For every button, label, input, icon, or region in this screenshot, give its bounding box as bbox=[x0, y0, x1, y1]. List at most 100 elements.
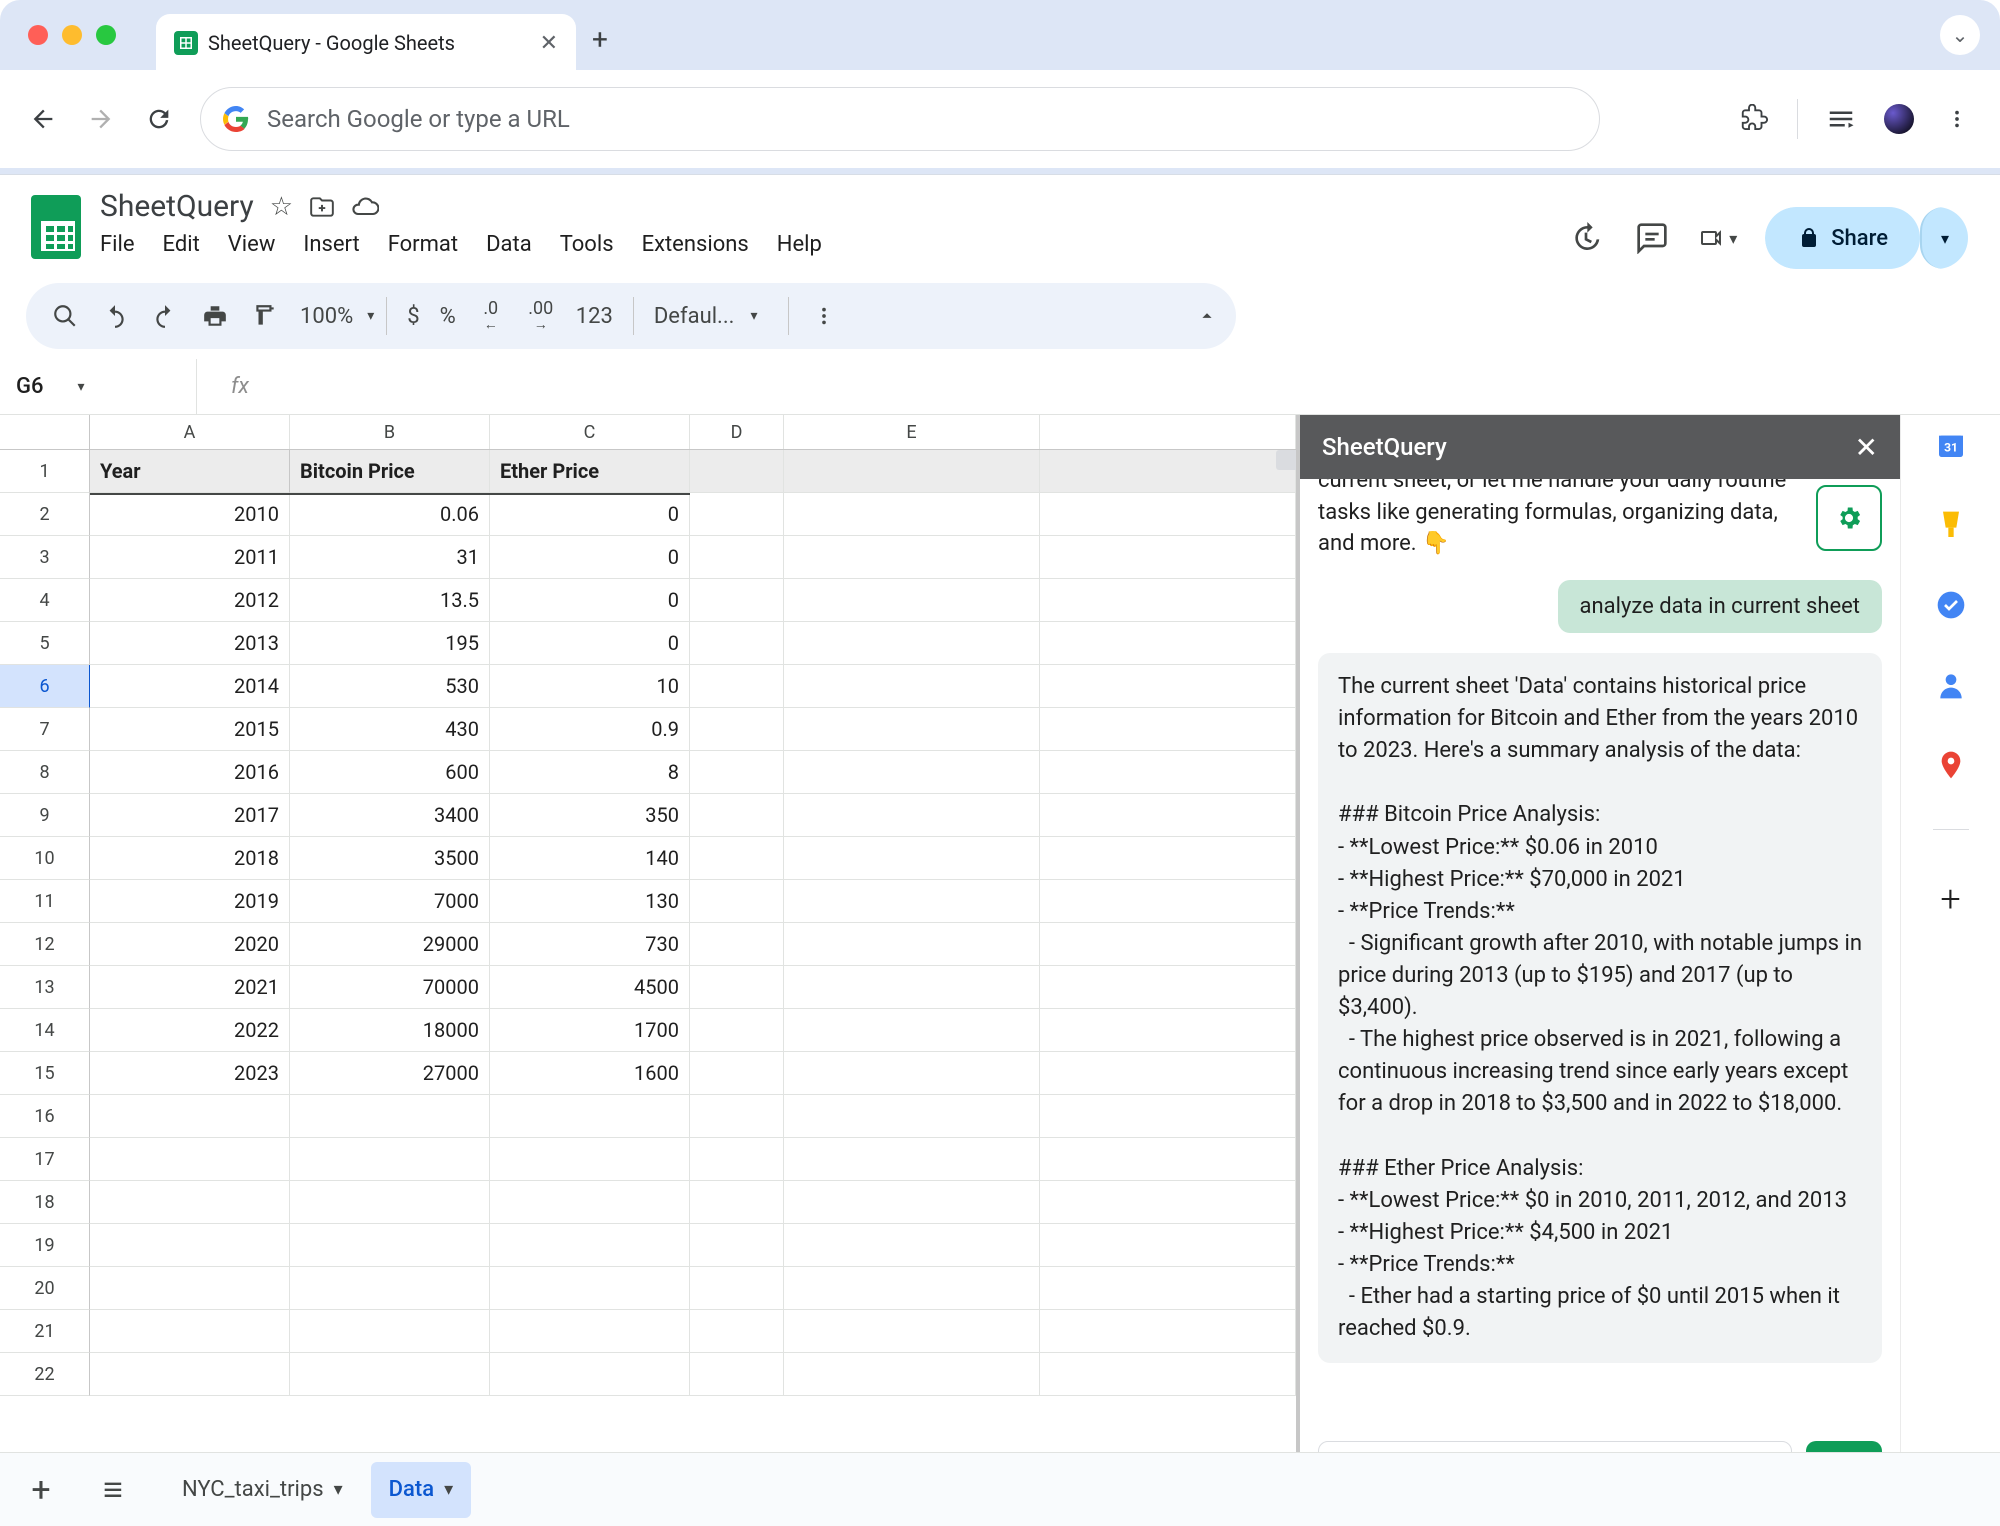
cell[interactable]: 2019 bbox=[90, 880, 290, 923]
cell[interactable] bbox=[690, 794, 784, 837]
cell[interactable] bbox=[690, 1267, 784, 1310]
cell[interactable] bbox=[90, 1353, 290, 1396]
cell[interactable] bbox=[784, 1267, 1040, 1310]
cell[interactable] bbox=[490, 1224, 690, 1267]
row-header[interactable]: 16 bbox=[0, 1095, 90, 1138]
row-header[interactable]: 14 bbox=[0, 1009, 90, 1052]
row-header[interactable]: 3 bbox=[0, 536, 90, 579]
cell[interactable] bbox=[1040, 493, 1296, 536]
cell[interactable] bbox=[490, 1353, 690, 1396]
close-window-icon[interactable] bbox=[28, 25, 48, 45]
add-addon-button[interactable]: + bbox=[1940, 878, 1960, 920]
cell[interactable]: 1700 bbox=[490, 1009, 690, 1052]
row-header[interactable]: 12 bbox=[0, 923, 90, 966]
cell[interactable] bbox=[1040, 536, 1296, 579]
cell[interactable] bbox=[690, 1310, 784, 1353]
cell[interactable]: 2014 bbox=[90, 665, 290, 708]
cell[interactable]: 0 bbox=[490, 493, 690, 536]
cell[interactable] bbox=[690, 1353, 784, 1396]
cell[interactable]: 730 bbox=[490, 923, 690, 966]
cell[interactable]: 29000 bbox=[290, 923, 490, 966]
omnibox[interactable]: Search Google or type a URL bbox=[200, 87, 1600, 151]
col-header-a[interactable]: A bbox=[90, 415, 290, 449]
redo-icon[interactable] bbox=[142, 293, 188, 339]
cell[interactable]: 8 bbox=[490, 751, 690, 794]
row-header[interactable]: 11 bbox=[0, 880, 90, 923]
cell[interactable] bbox=[784, 1052, 1040, 1095]
cell[interactable] bbox=[1040, 1267, 1296, 1310]
decrease-decimal-button[interactable]: .0← bbox=[468, 293, 514, 339]
cell[interactable] bbox=[490, 1095, 690, 1138]
chevron-down-icon[interactable]: ▾ bbox=[334, 1479, 343, 1500]
cell[interactable]: 0 bbox=[490, 579, 690, 622]
col-header-b[interactable]: B bbox=[290, 415, 490, 449]
reload-button[interactable] bbox=[142, 102, 176, 136]
cell[interactable]: 10 bbox=[490, 665, 690, 708]
row-header[interactable]: 6 bbox=[0, 665, 90, 708]
cell[interactable] bbox=[690, 1138, 784, 1181]
cell[interactable]: 2020 bbox=[90, 923, 290, 966]
cell[interactable]: 2018 bbox=[90, 837, 290, 880]
cell[interactable]: 4500 bbox=[490, 966, 690, 1009]
cell[interactable] bbox=[1040, 1310, 1296, 1353]
cell[interactable] bbox=[1040, 622, 1296, 665]
share-button[interactable]: Share bbox=[1765, 207, 1920, 269]
paint-format-icon[interactable] bbox=[242, 293, 288, 339]
cell[interactable] bbox=[1040, 1138, 1296, 1181]
cell[interactable] bbox=[690, 923, 784, 966]
move-icon[interactable] bbox=[309, 194, 335, 220]
media-icon[interactable] bbox=[1824, 102, 1858, 136]
browser-tab[interactable]: SheetQuery - Google Sheets ✕ bbox=[156, 14, 576, 72]
grid-body[interactable]: 1YearBitcoin PriceEther Price220100.0603… bbox=[0, 450, 1296, 1501]
cell[interactable]: 2012 bbox=[90, 579, 290, 622]
cell[interactable] bbox=[1040, 1009, 1296, 1052]
cell[interactable] bbox=[784, 1224, 1040, 1267]
name-box[interactable]: G6 ▾ bbox=[16, 374, 196, 399]
chat-settings-button[interactable] bbox=[1816, 485, 1882, 551]
increase-decimal-button[interactable]: .00→ bbox=[518, 293, 564, 339]
cell[interactable] bbox=[784, 493, 1040, 536]
currency-format-button[interactable]: $ bbox=[399, 304, 427, 329]
cell[interactable]: 13.5 bbox=[290, 579, 490, 622]
cell[interactable]: Bitcoin Price bbox=[290, 450, 490, 493]
col-header-d[interactable]: D bbox=[690, 415, 784, 449]
col-header-f[interactable] bbox=[1040, 415, 1296, 449]
row-header[interactable]: 19 bbox=[0, 1224, 90, 1267]
cell[interactable]: 1600 bbox=[490, 1052, 690, 1095]
tab-overflow-icon[interactable]: ⌄ bbox=[1940, 15, 1980, 55]
cloud-status-icon[interactable] bbox=[351, 193, 379, 221]
meet-button[interactable]: ▾ bbox=[1699, 219, 1737, 257]
cell[interactable]: 2016 bbox=[90, 751, 290, 794]
row-header[interactable]: 9 bbox=[0, 794, 90, 837]
menu-edit[interactable]: Edit bbox=[163, 232, 200, 257]
row-header[interactable]: 5 bbox=[0, 622, 90, 665]
cell[interactable]: 27000 bbox=[290, 1052, 490, 1095]
cell[interactable] bbox=[690, 665, 784, 708]
cell[interactable]: 2022 bbox=[90, 1009, 290, 1052]
cell[interactable]: 2013 bbox=[90, 622, 290, 665]
percent-format-button[interactable]: % bbox=[432, 304, 464, 329]
extensions-icon[interactable] bbox=[1737, 102, 1771, 136]
maps-icon[interactable] bbox=[1935, 749, 1967, 781]
zoom-select[interactable]: 100%▾ bbox=[292, 304, 374, 329]
cell[interactable]: 600 bbox=[290, 751, 490, 794]
chrome-menu-icon[interactable] bbox=[1940, 102, 1974, 136]
menu-data[interactable]: Data bbox=[486, 232, 532, 257]
add-sheet-button[interactable]: + bbox=[20, 1469, 62, 1511]
cell[interactable]: 31 bbox=[290, 536, 490, 579]
cell[interactable] bbox=[1040, 450, 1296, 493]
cell[interactable]: 3400 bbox=[290, 794, 490, 837]
cell[interactable] bbox=[90, 1310, 290, 1353]
cell[interactable] bbox=[90, 1224, 290, 1267]
row-header[interactable]: 1 bbox=[0, 450, 90, 493]
cell[interactable] bbox=[784, 1353, 1040, 1396]
cell[interactable] bbox=[784, 1138, 1040, 1181]
new-tab-button[interactable]: + bbox=[592, 23, 608, 56]
keep-icon[interactable] bbox=[1935, 509, 1967, 541]
contacts-icon[interactable] bbox=[1935, 669, 1967, 701]
font-select[interactable]: Defaul...▾ bbox=[646, 304, 776, 329]
row-header[interactable]: 21 bbox=[0, 1310, 90, 1353]
cell[interactable] bbox=[1040, 923, 1296, 966]
cell[interactable] bbox=[690, 450, 784, 493]
cell[interactable] bbox=[490, 1181, 690, 1224]
